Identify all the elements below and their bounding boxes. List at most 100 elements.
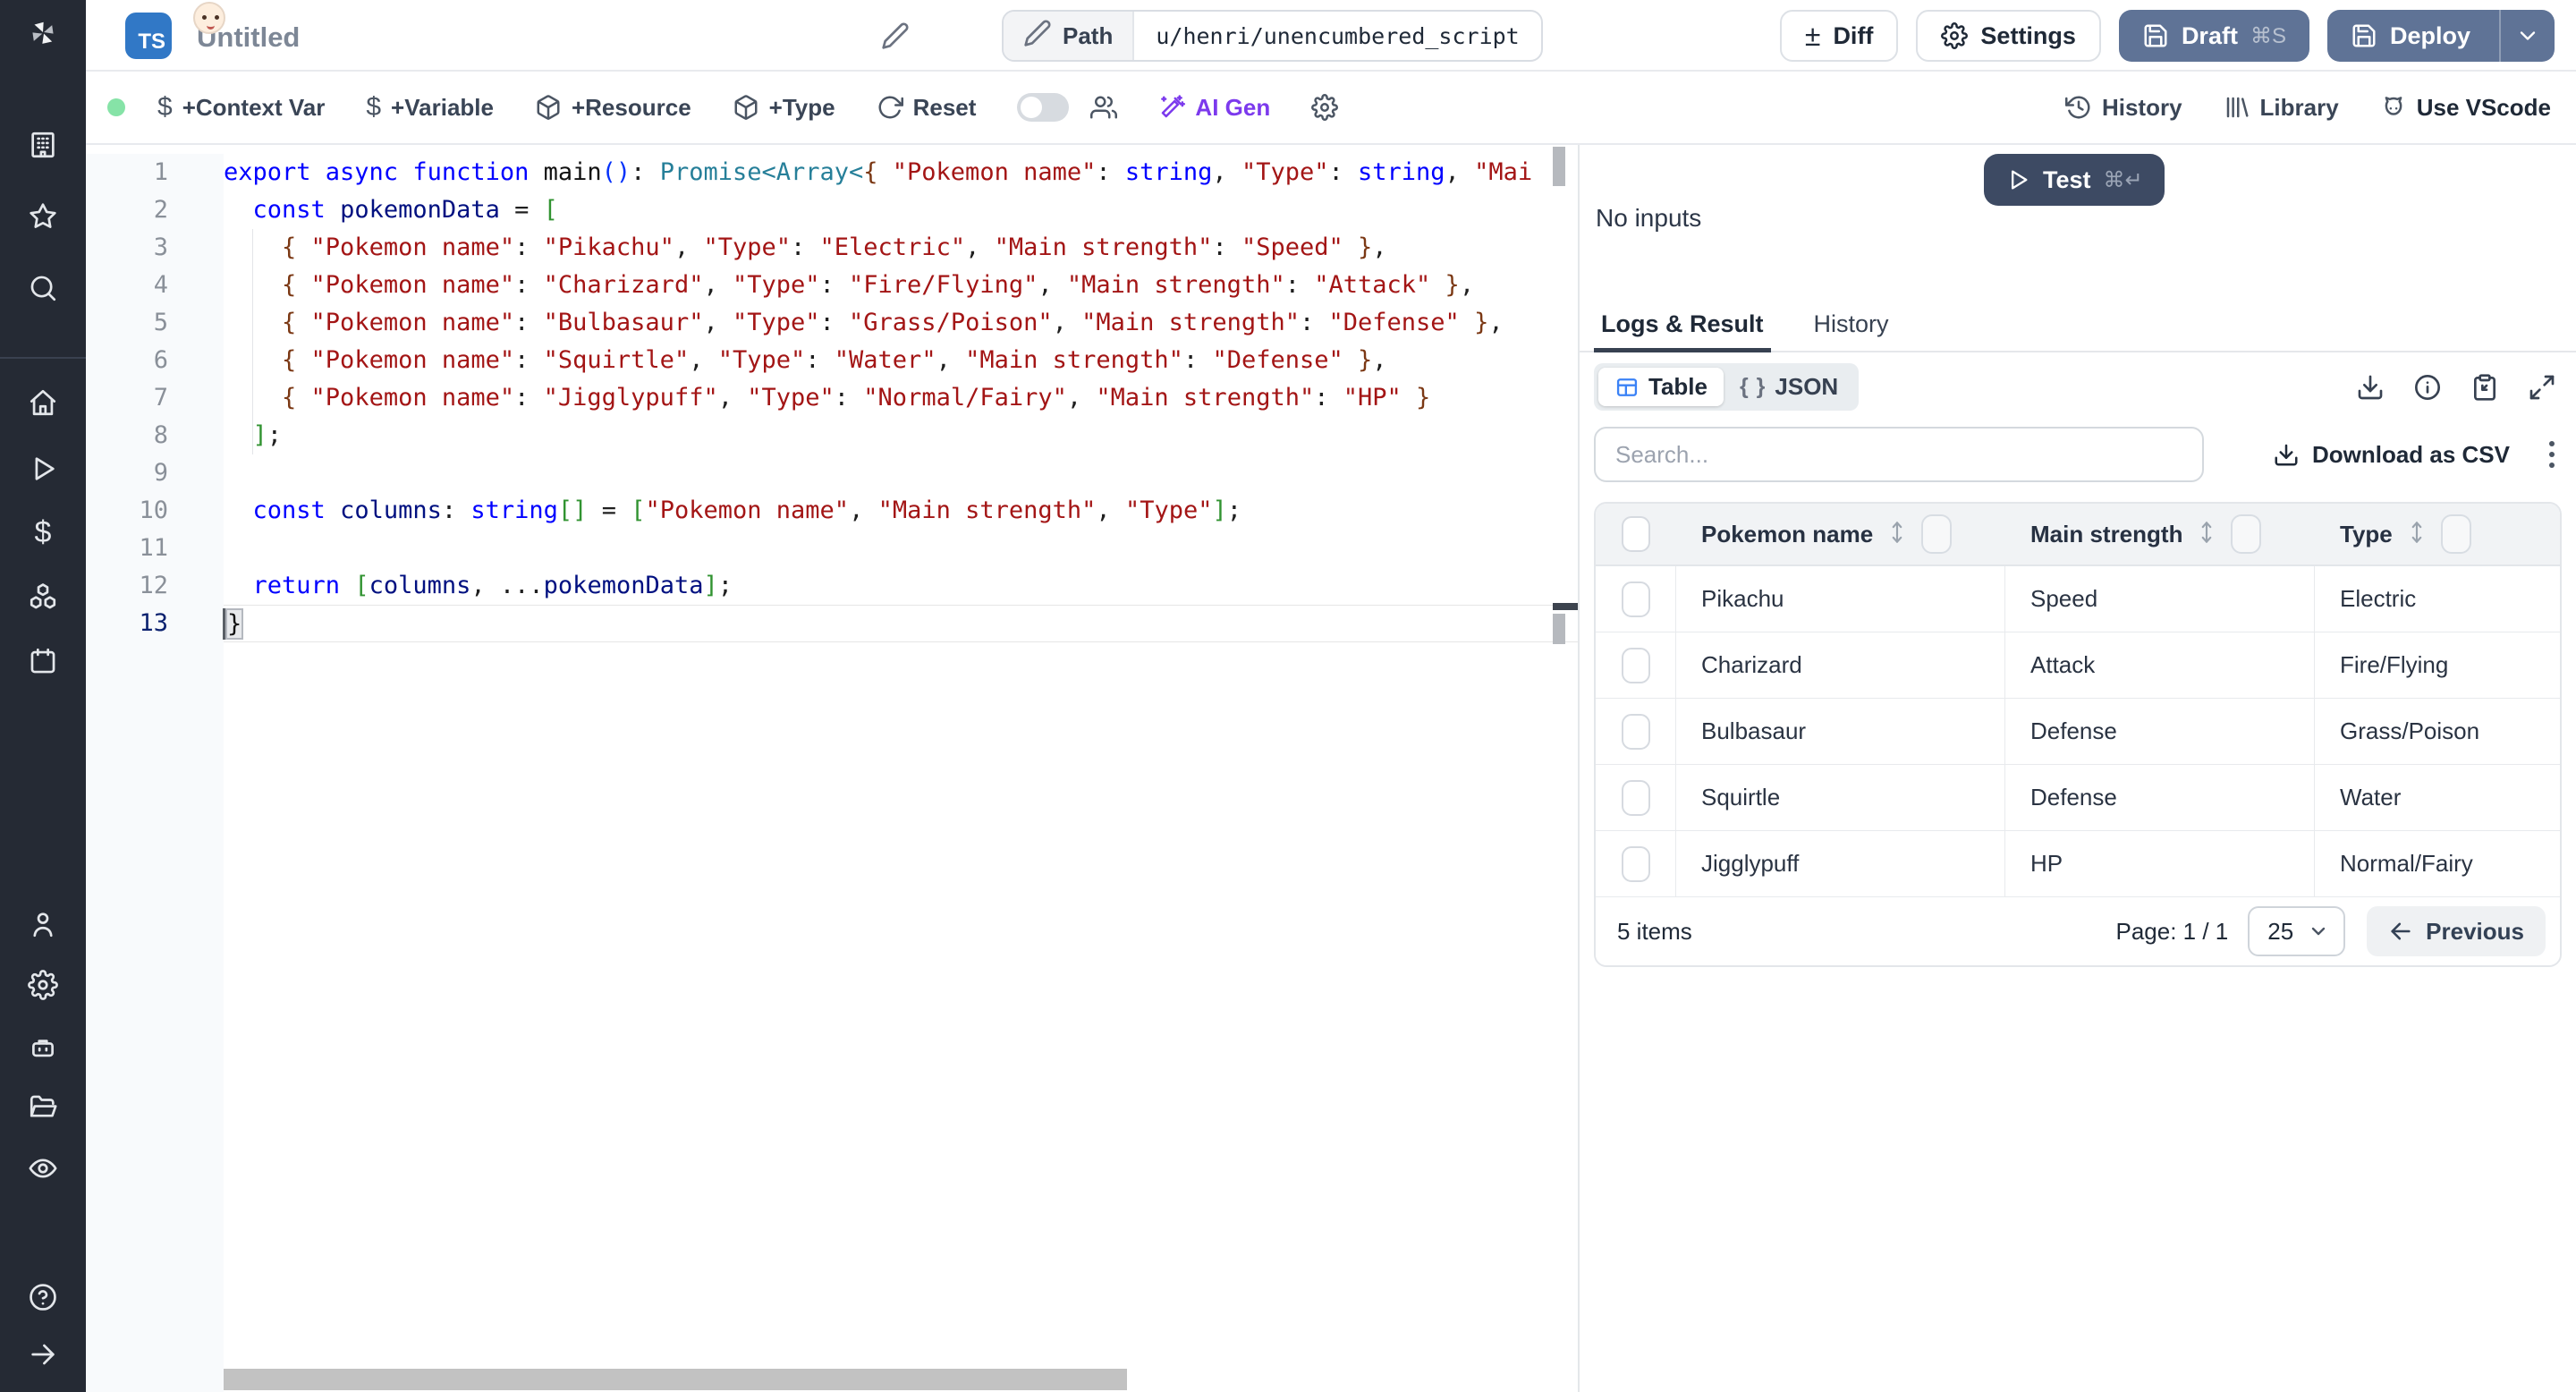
- table-footer: 5 items Page: 1 / 1 25 Previous: [1596, 897, 2560, 965]
- tab-logs-result[interactable]: Logs & Result: [1594, 297, 1771, 352]
- audit-eye-icon[interactable]: [26, 1151, 60, 1185]
- more-options-kebab-icon[interactable]: [2549, 441, 2555, 468]
- editor-horizontal-scrollbar[interactable]: [224, 1369, 1127, 1390]
- workspace-icon[interactable]: [26, 128, 60, 162]
- resources-cubes-icon[interactable]: [26, 580, 60, 614]
- sort-icon[interactable]: [1885, 519, 1909, 550]
- diff-button[interactable]: ± Diff: [1779, 10, 1899, 62]
- sort-icon[interactable]: [2405, 519, 2428, 550]
- table-cell: Speed: [2005, 566, 2315, 632]
- sort-icon[interactable]: [2195, 519, 2218, 550]
- code-line[interactable]: }: [224, 605, 1578, 642]
- column-header[interactable]: Pokemon name: [1701, 521, 1873, 548]
- users-icon[interactable]: [1090, 94, 1118, 121]
- code-line[interactable]: { "Pokemon name": "Pikachu", "Type": "El…: [224, 229, 1578, 267]
- view-table-button[interactable]: Table: [1598, 368, 1724, 406]
- table-row[interactable]: Charizard Attack Fire/Flying: [1596, 632, 2560, 699]
- add-type-button[interactable]: +Type: [733, 94, 835, 122]
- column-header[interactable]: Main strength: [2030, 521, 2182, 548]
- code-line[interactable]: [224, 530, 1578, 567]
- code-line[interactable]: export async function main(): Promise<Ar…: [224, 154, 1578, 191]
- download-csv-button[interactable]: Download as CSV: [2273, 441, 2510, 469]
- code-line[interactable]: { "Pokemon name": "Jigglypuff", "Type": …: [224, 379, 1578, 417]
- table-row[interactable]: Bulbasaur Defense Grass/Poison: [1596, 699, 2560, 765]
- schedules-calendar-icon[interactable]: [26, 644, 60, 678]
- previous-page-button[interactable]: Previous: [2367, 906, 2546, 956]
- table-row[interactable]: Pikachu Speed Electric: [1596, 566, 2560, 632]
- info-icon[interactable]: [2413, 373, 2442, 402]
- add-context-var-button[interactable]: $ +Context Var: [157, 92, 325, 123]
- test-button[interactable]: Test ⌘↵: [1984, 154, 2165, 206]
- path-control[interactable]: Path u/henri/unencumbered_script: [1002, 10, 1543, 62]
- table-cell: Jigglypuff: [1676, 831, 2005, 896]
- home-icon[interactable]: [26, 386, 60, 420]
- table-header-row: Pokemon name Main strength Type: [1596, 504, 2560, 566]
- ai-gen-button[interactable]: AI Gen: [1158, 94, 1270, 122]
- tab-history[interactable]: History: [1807, 297, 1896, 351]
- code-editor[interactable]: 1 2 3 4 5 6 7 8 9 10 11 12 13 export async function …: [86, 145, 1578, 1392]
- reset-button[interactable]: Reset: [877, 94, 976, 122]
- download-result-icon[interactable]: [2356, 373, 2385, 402]
- code-line[interactable]: const columns: string[] = ["Pokemon name…: [224, 492, 1578, 530]
- code-line[interactable]: return [columns, ...pokemonData];: [224, 567, 1578, 605]
- deploy-button[interactable]: Deploy: [2326, 10, 2555, 62]
- column-handle[interactable]: [2440, 514, 2471, 554]
- editor-toolbar: $ +Context Var $ +Variable +Resource +Ty…: [86, 72, 2576, 145]
- braces-icon: { }: [1739, 374, 1767, 399]
- code-line[interactable]: const pokemonData = [: [224, 191, 1578, 229]
- diff-mode-toggle[interactable]: [1017, 93, 1070, 122]
- editor-vertical-scrollbar[interactable]: [1553, 147, 1565, 186]
- view-json-button[interactable]: { } JSON: [1724, 368, 1854, 406]
- editor-settings-gear-icon[interactable]: [1311, 94, 1339, 121]
- row-checkbox[interactable]: [1621, 647, 1650, 683]
- favorites-star-icon[interactable]: [26, 199, 60, 233]
- page-size-select[interactable]: 25: [2248, 906, 2346, 956]
- copy-clipboard-icon[interactable]: [2470, 373, 2499, 402]
- collapse-arrow-icon[interactable]: [26, 1337, 60, 1371]
- robot-icon[interactable]: [26, 1030, 60, 1064]
- library-button[interactable]: Library: [2224, 94, 2339, 122]
- folders-icon[interactable]: [26, 1091, 60, 1125]
- save-icon: [2144, 24, 2167, 47]
- use-vscode-button[interactable]: Use VScode: [2380, 94, 2551, 122]
- settings-gear-icon[interactable]: [26, 968, 60, 1002]
- user-icon[interactable]: [26, 907, 60, 941]
- history-button[interactable]: History: [2064, 94, 2182, 122]
- search-input[interactable]: [1594, 427, 2204, 482]
- code-line[interactable]: [224, 454, 1578, 492]
- runs-play-icon[interactable]: [26, 452, 60, 486]
- select-all-checkbox[interactable]: [1622, 516, 1650, 552]
- variables-dollar-icon[interactable]: $: [26, 515, 60, 549]
- path-value[interactable]: u/henri/unencumbered_script: [1134, 12, 1540, 60]
- code-line[interactable]: { "Pokemon name": "Squirtle", "Type": "W…: [224, 342, 1578, 379]
- left-sidebar: $: [0, 0, 86, 1392]
- code-line[interactable]: { "Pokemon name": "Charizard", "Type": "…: [224, 267, 1578, 304]
- row-checkbox[interactable]: [1621, 713, 1650, 750]
- table-cell: Attack: [2005, 632, 2315, 698]
- add-variable-button[interactable]: $ +Variable: [366, 92, 494, 123]
- add-resource-button[interactable]: +Resource: [535, 94, 691, 122]
- column-handle[interactable]: [1921, 514, 1953, 554]
- code-line[interactable]: ];: [224, 417, 1578, 454]
- search-icon[interactable]: [26, 271, 60, 305]
- path-label-section[interactable]: Path: [1004, 12, 1135, 60]
- deploy-dropdown-chevron[interactable]: [2499, 10, 2555, 62]
- column-header[interactable]: Type: [2340, 521, 2393, 548]
- code-line[interactable]: { "Pokemon name": "Bulbasaur", "Type": "…: [224, 304, 1578, 342]
- no-inputs-label: No inputs: [1596, 204, 1702, 232]
- edit-title-pencil-icon[interactable]: [881, 21, 910, 55]
- status-dot: [107, 98, 125, 116]
- help-icon[interactable]: [26, 1280, 60, 1314]
- row-checkbox[interactable]: [1621, 581, 1650, 617]
- row-checkbox[interactable]: [1621, 779, 1650, 816]
- table-row[interactable]: Squirtle Defense Water: [1596, 765, 2560, 831]
- draft-button[interactable]: Draft ⌘S: [2118, 10, 2309, 62]
- row-checkbox[interactable]: [1621, 845, 1650, 882]
- settings-button[interactable]: Settings: [1916, 10, 2101, 62]
- expand-icon[interactable]: [2528, 373, 2556, 402]
- table-row[interactable]: Jigglypuff HP Normal/Fairy: [1596, 831, 2560, 897]
- code-content[interactable]: export async function main(): Promise<Ar…: [224, 154, 1578, 642]
- download-icon: [2275, 444, 2298, 466]
- column-handle[interactable]: [2231, 514, 2262, 554]
- windmill-logo[interactable]: [26, 16, 60, 50]
